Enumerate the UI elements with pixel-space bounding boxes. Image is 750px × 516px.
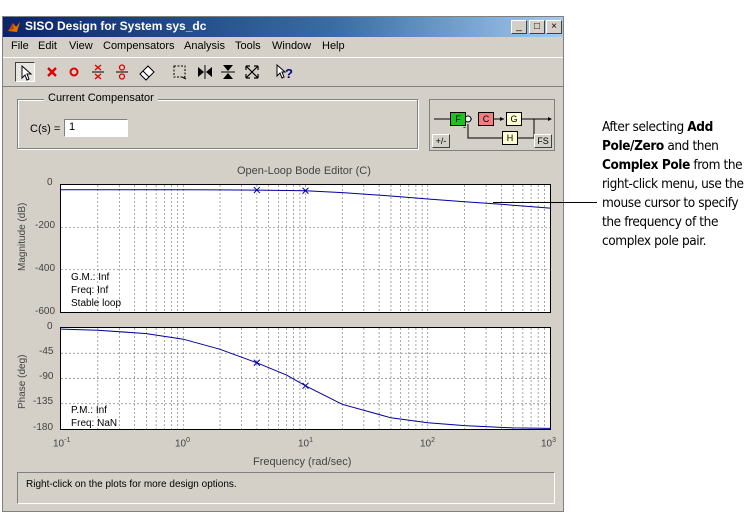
zoom-x-icon[interactable]: [195, 62, 215, 82]
bode-title: Open-Loop Bode Editor (C): [237, 165, 371, 177]
whats-this-help-icon[interactable]: ?: [274, 62, 294, 82]
phase-axes: [61, 328, 551, 429]
zoom-box-icon[interactable]: [170, 62, 190, 82]
sign-toggle-button[interactable]: +/-: [432, 134, 450, 148]
feedback-sign: -: [463, 122, 466, 132]
phase-ylabel: Phase (deg): [17, 354, 28, 409]
x-tick-exponent: 0: [186, 437, 191, 444]
block-h[interactable]: H: [502, 131, 518, 145]
magnitude-ylabel: Magnitude (dB): [17, 202, 28, 271]
mag-ytick-0: 0: [47, 177, 53, 188]
x-tick-label: 103: [541, 437, 556, 449]
menu-file[interactable]: File: [11, 40, 29, 52]
gain-margin-text: G.M.: Inf: [71, 272, 110, 283]
menu-help[interactable]: Help: [322, 40, 345, 52]
siso-design-window: SISO Design for System sys_dc _ □ × File…: [2, 16, 564, 512]
x-tick-exponent: -1: [64, 437, 71, 444]
callout-leader-line: [493, 202, 597, 203]
zoom-y-icon[interactable]: [218, 62, 238, 82]
mag-ytick-1: -200: [35, 220, 56, 231]
eraser-icon[interactable]: [137, 62, 157, 82]
add-zero-pair-icon[interactable]: [112, 62, 132, 82]
callout-text: After selecting Add Pole/Zero and then C…: [602, 118, 750, 251]
x-tick-base: 10: [175, 438, 187, 450]
minimize-button[interactable]: _: [511, 20, 527, 34]
x-tick-label: 100: [175, 437, 190, 449]
x-tick-base: 10: [298, 438, 310, 450]
gain-freq-text: Freq: Inf: [71, 285, 109, 296]
menu-window[interactable]: Window: [272, 40, 311, 52]
close-button[interactable]: ×: [546, 20, 562, 34]
stability-text: Stable loop: [71, 298, 122, 309]
x-tick-exponent: 1: [309, 437, 314, 444]
menu-bar: File Edit View Compensators Analysis Too…: [3, 38, 563, 56]
menu-view[interactable]: View: [69, 40, 93, 52]
x-tick-base: 10: [53, 438, 65, 450]
x-tick-label: 10-1: [53, 437, 70, 449]
block-g[interactable]: G: [506, 112, 522, 126]
phase-freq-text: Freq: NaN: [71, 418, 118, 429]
phase-ytick-4: -180: [33, 422, 54, 433]
x-tick-exponent: 2: [431, 437, 436, 444]
maximize-button[interactable]: □: [529, 20, 545, 34]
callout-part-0: After selecting: [602, 119, 688, 135]
phase-plot[interactable]: P.M.: Inf Freq: NaN: [60, 327, 551, 430]
x-tick-base: 10: [420, 438, 432, 450]
phase-ytick-2: -90: [39, 371, 54, 382]
menu-compensators[interactable]: Compensators: [103, 40, 175, 52]
phase-ytick-3: -135: [33, 396, 54, 407]
panel-title: Current Compensator: [44, 92, 158, 104]
title-bar[interactable]: SISO Design for System sys_dc _ □ ×: [3, 17, 563, 37]
toolbar: ?: [3, 57, 563, 87]
add-pole-pair-icon[interactable]: [88, 62, 108, 82]
add-zero-icon[interactable]: [64, 62, 84, 82]
phase-ytick-1: -45: [39, 346, 54, 357]
delete-pole-zero-icon[interactable]: [42, 62, 62, 82]
matlab-logo-icon: [8, 22, 20, 32]
x-axis-label: Frequency (rad/sec): [253, 456, 352, 468]
svg-text:?: ?: [285, 66, 293, 81]
window-title: SISO Design for System sys_dc: [25, 19, 207, 33]
magnitude-axes: [61, 185, 551, 312]
loop-diagram[interactable]: F C G H - +/- FS: [429, 99, 555, 151]
compensator-field[interactable]: 1: [64, 119, 128, 137]
magnitude-plot[interactable]: G.M.: Inf Freq: Inf Stable loop: [60, 184, 551, 313]
fs-button[interactable]: FS: [534, 134, 552, 148]
current-compensator-panel: Current Compensator C(s) = 1: [17, 92, 418, 149]
x-tick-base: 10: [541, 438, 553, 450]
block-c[interactable]: C: [478, 112, 494, 126]
menu-edit[interactable]: Edit: [38, 40, 57, 52]
callout-part-2: and then: [663, 138, 719, 154]
x-tick-exponent: 3: [552, 437, 557, 444]
phase-margin-text: P.M.: Inf: [71, 405, 107, 416]
x-tick-label: 102: [420, 437, 435, 449]
phase-ytick-0: 0: [47, 321, 53, 332]
x-tick-label: 101: [298, 437, 313, 449]
mag-ytick-2: -400: [35, 263, 56, 274]
arrow-select-icon[interactable]: [15, 62, 35, 82]
callout-part-3: Complex Pole: [602, 157, 690, 173]
zoom-fit-icon[interactable]: [242, 62, 262, 82]
menu-tools[interactable]: Tools: [235, 40, 261, 52]
compensator-label: C(s) =: [30, 123, 61, 135]
menu-analysis[interactable]: Analysis: [184, 40, 225, 52]
mag-ytick-3: -600: [35, 306, 56, 317]
status-bar: Right-click on the plots for more design…: [17, 472, 555, 504]
pole-marker: [302, 382, 309, 390]
